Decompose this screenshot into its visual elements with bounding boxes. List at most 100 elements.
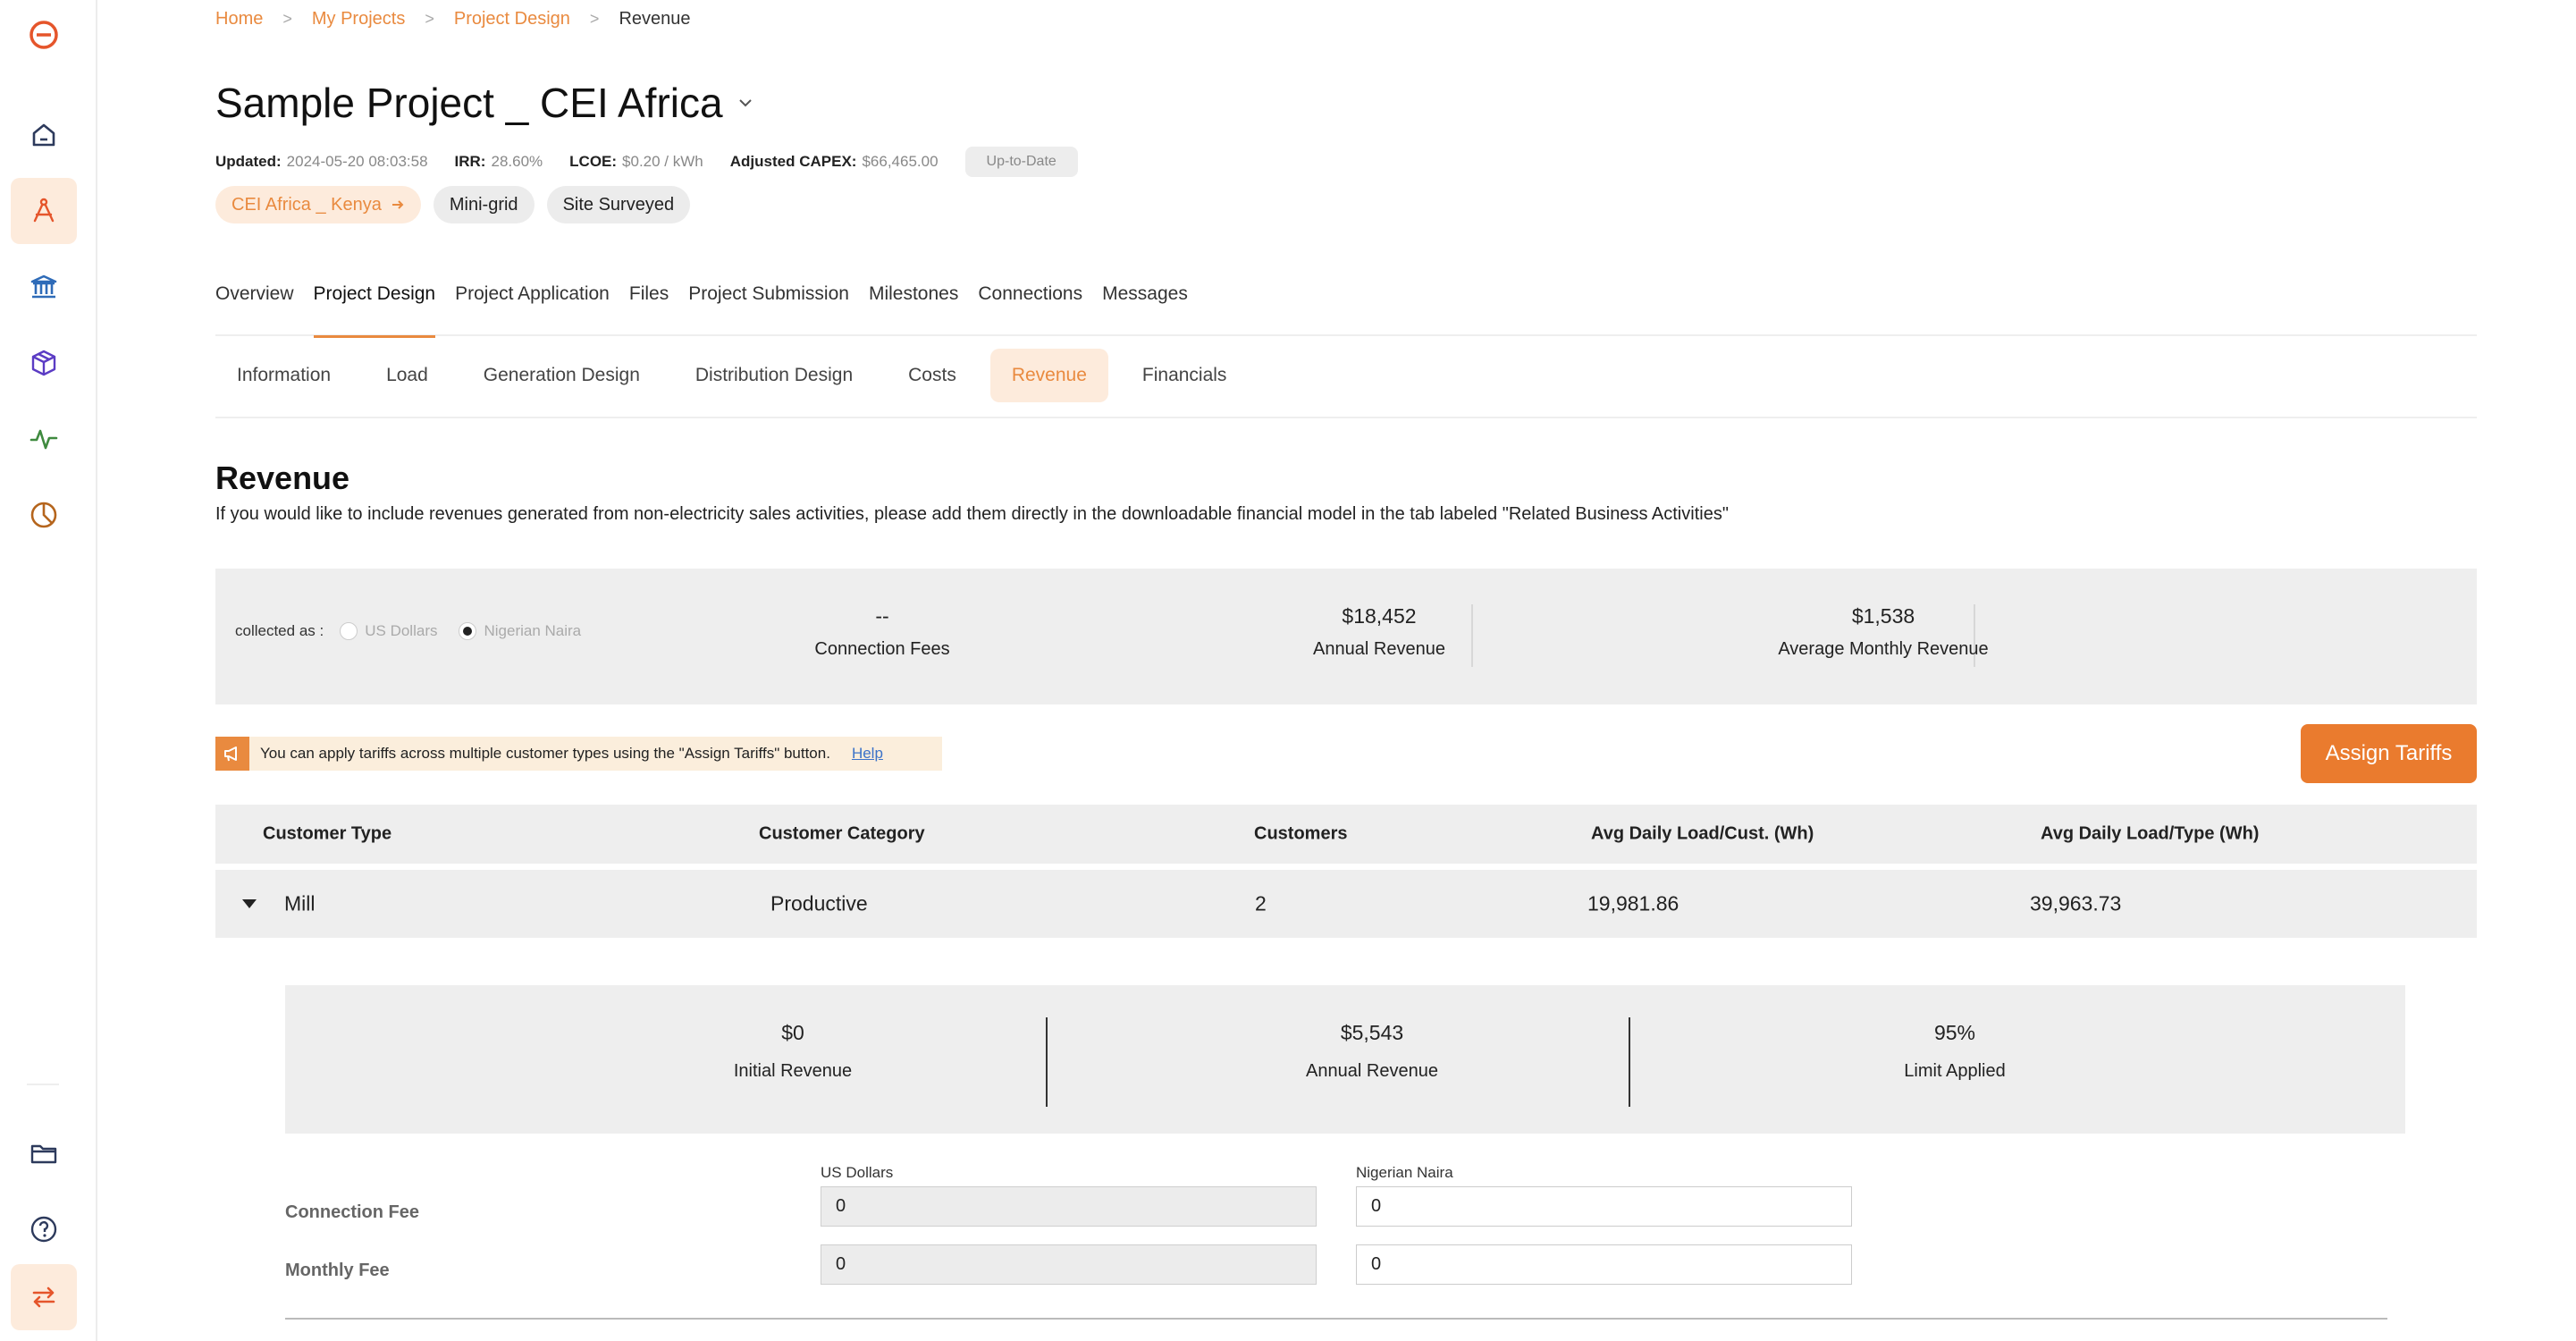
page-title: Sample Project _ CEI Africa — [215, 80, 723, 126]
header-avg-load-type: Avg Daily Load/Type (Wh) — [2041, 823, 2260, 844]
arrow-right-icon — [391, 200, 404, 209]
capex-value: $66,465.00 — [862, 153, 939, 170]
organization-tag-label: CEI Africa _ Kenya — [232, 194, 382, 215]
lcoe-label: LCOE: — [569, 153, 618, 170]
breadcrumb-home[interactable]: Home — [215, 9, 263, 30]
chevron-right-icon: > — [282, 10, 292, 28]
usd-column-header: US Dollars — [821, 1164, 894, 1181]
detail-annual-revenue-label: Annual Revenue — [1306, 1061, 1438, 1081]
help-icon[interactable] — [11, 1196, 77, 1262]
breadcrumb-project-design[interactable]: Project Design — [454, 9, 570, 30]
chevron-right-icon: > — [589, 10, 600, 28]
cell-customer-category: Productive — [770, 891, 868, 915]
cell-avg-load-cust: 19,981.86 — [1587, 891, 1679, 915]
caret-down-icon[interactable] — [242, 899, 257, 908]
sidebar-divider — [27, 1084, 59, 1085]
hint-text: You can apply tariffs across multiple cu… — [260, 745, 830, 762]
assign-tariffs-button[interactable]: Assign Tariffs — [2301, 724, 2477, 783]
customer-table-header: Customer Type Customer Category Customer… — [215, 805, 2477, 864]
tab-messages[interactable]: Messages — [1102, 283, 1188, 336]
subtab-information[interactable]: Information — [215, 349, 352, 402]
subtab-generation-design[interactable]: Generation Design — [462, 349, 661, 402]
tab-project-design[interactable]: Project Design — [313, 283, 435, 338]
sidebar — [0, 0, 97, 1341]
tab-files[interactable]: Files — [629, 283, 669, 336]
table-row[interactable]: Mill Productive 2 19,981.86 39,963.73 — [215, 870, 2477, 938]
annual-revenue-stat: $18,452 Annual Revenue — [1129, 604, 1629, 660]
pie-chart-icon[interactable] — [11, 482, 77, 548]
project-type-tag: Mini-grid — [433, 186, 535, 224]
breadcrumb-my-projects[interactable]: My Projects — [312, 9, 405, 30]
monthly-fee-usd-input[interactable] — [821, 1244, 1317, 1285]
usd-radio[interactable] — [340, 622, 358, 640]
initial-revenue-label: Initial Revenue — [733, 1061, 853, 1081]
irr-value: 28.60% — [491, 153, 543, 170]
project-tags: CEI Africa _ Kenya Mini-grid Site Survey… — [215, 186, 703, 224]
avg-monthly-label: Average Monthly Revenue — [1778, 639, 1989, 659]
cell-avg-load-type: 39,963.73 — [2030, 891, 2122, 915]
capex-label: Adjusted CAPEX: — [729, 153, 857, 170]
avg-monthly-value: $1,538 — [1851, 604, 1915, 628]
subtab-costs[interactable]: Costs — [887, 349, 978, 402]
breadcrumb-revenue: Revenue — [619, 9, 691, 29]
monthly-fee-label: Monthly Fee — [285, 1261, 390, 1280]
monthly-fee-ngn-input[interactable] — [1356, 1244, 1852, 1285]
usd-radio-label[interactable]: US Dollars — [365, 622, 437, 640]
ngn-radio[interactable] — [459, 622, 477, 640]
design-subtabs: Information Load Generation Design Distr… — [215, 349, 2477, 418]
tab-connections[interactable]: Connections — [978, 283, 1082, 336]
customer-revenue-detail: $0 Initial Revenue $5,543 Annual Revenue… — [285, 985, 2405, 1134]
chevron-down-icon[interactable] — [736, 93, 755, 113]
detail-annual-revenue-value: $5,543 — [1340, 1021, 1404, 1044]
revenue-summary: collected as : US Dollars Nigerian Naira… — [215, 569, 2477, 704]
subtab-load[interactable]: Load — [365, 349, 450, 402]
subtab-distribution-design[interactable]: Distribution Design — [674, 349, 874, 402]
project-tabs: Overview Project Design Project Applicat… — [215, 283, 2477, 338]
project-stage-tag: Site Surveyed — [546, 186, 691, 224]
initial-revenue-stat: $0 Initial Revenue — [543, 1021, 1043, 1082]
annual-revenue-label: Annual Revenue — [1313, 639, 1445, 659]
connection-fees-value: -- — [875, 604, 889, 628]
tab-project-submission[interactable]: Project Submission — [688, 283, 849, 336]
tab-milestones[interactable]: Milestones — [869, 283, 958, 336]
status-badge: Up-to-Date — [964, 147, 1078, 177]
irr-label: IRR: — [454, 153, 486, 170]
bank-icon[interactable] — [11, 254, 77, 320]
connection-fee-usd-input[interactable] — [821, 1186, 1317, 1227]
switch-icon[interactable] — [11, 1264, 77, 1330]
currency-selector: collected as : US Dollars Nigerian Naira — [235, 622, 602, 640]
project-title-row[interactable]: Sample Project _ CEI Africa — [215, 79, 755, 127]
tab-project-application[interactable]: Project Application — [455, 283, 610, 336]
organization-tag[interactable]: CEI Africa _ Kenya — [215, 186, 421, 224]
project-meta: Updated: 2024-05-20 08:03:58 IRR: 28.60%… — [215, 147, 1078, 177]
header-customer-category: Customer Category — [759, 823, 925, 844]
connection-fees-label: Connection Fees — [814, 639, 950, 659]
limit-applied-stat: 95% Limit Applied — [1705, 1021, 2205, 1082]
header-customer-type: Customer Type — [263, 823, 392, 844]
subtab-revenue[interactable]: Revenue — [989, 349, 1108, 402]
home-icon[interactable] — [11, 102, 77, 168]
updated-value: 2024-05-20 08:03:58 — [286, 153, 428, 170]
detail-divider — [1629, 1017, 1630, 1107]
section-description: If you would like to include revenues ge… — [215, 504, 1729, 524]
avg-monthly-stat: $1,538 Average Monthly Revenue — [1633, 604, 2134, 660]
annual-revenue-value: $18,452 — [1342, 604, 1417, 628]
tab-overview[interactable]: Overview — [215, 283, 294, 336]
subtab-financials[interactable]: Financials — [1121, 349, 1249, 402]
folder-icon[interactable] — [11, 1120, 77, 1186]
lcoe-value: $0.20 / kWh — [622, 153, 703, 170]
help-link[interactable]: Help — [852, 745, 883, 763]
detail-annual-revenue-stat: $5,543 Annual Revenue — [1122, 1021, 1622, 1082]
ngn-radio-label[interactable]: Nigerian Naira — [484, 622, 581, 640]
connection-fees-stat: -- Connection Fees — [632, 604, 1132, 660]
logo-icon[interactable] — [11, 2, 77, 68]
design-icon[interactable] — [11, 178, 77, 244]
header-avg-load-cust: Avg Daily Load/Cust. (Wh) — [1591, 823, 1814, 844]
box-icon[interactable] — [11, 330, 77, 396]
connection-fee-label: Connection Fee — [285, 1202, 420, 1222]
connection-fee-ngn-input[interactable] — [1356, 1186, 1852, 1227]
tariff-hint: You can apply tariffs across multiple cu… — [215, 737, 942, 771]
activity-icon[interactable] — [11, 406, 77, 472]
updated-label: Updated: — [215, 153, 282, 170]
limit-applied-label: Limit Applied — [1904, 1061, 2006, 1081]
